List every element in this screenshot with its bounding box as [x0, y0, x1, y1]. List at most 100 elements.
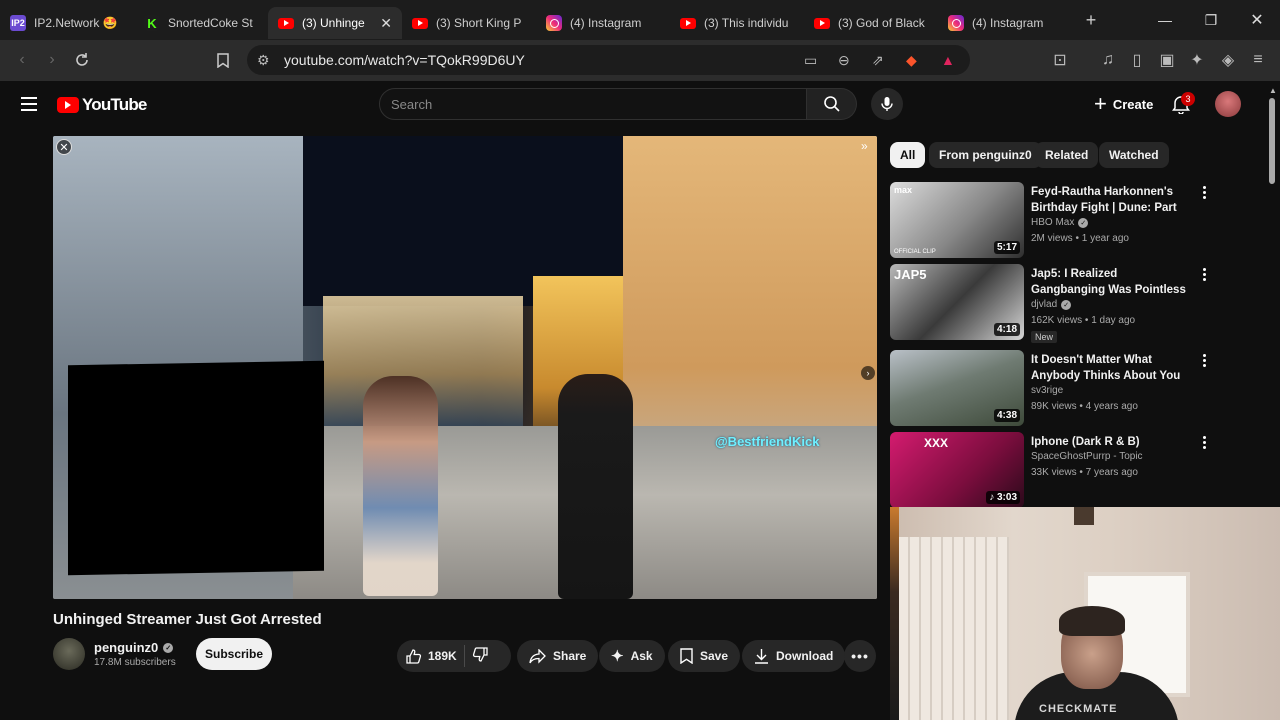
share-page-icon[interactable]: ⇗: [872, 52, 884, 69]
vpn-icon[interactable]: ◈: [1213, 45, 1243, 75]
zoom-icon[interactable]: ⊖: [838, 52, 850, 69]
forward-icon[interactable]: ›: [37, 45, 67, 75]
related-video-item[interactable]: JAP5 4:18 Jap5: I Realized Gangbanging W…: [890, 264, 1220, 343]
window-close-icon[interactable]: ✕: [1234, 0, 1280, 40]
account-avatar[interactable]: [1215, 91, 1241, 117]
youtube-icon: [278, 17, 294, 29]
next-arrow-icon[interactable]: ›: [861, 366, 875, 380]
leo-ai-icon[interactable]: ✦: [1182, 45, 1212, 75]
channel-name[interactable]: penguinz0 ✓: [94, 640, 174, 655]
search-input[interactable]: [380, 89, 806, 119]
video-player[interactable]: @BestfriendKick ✕ » ›: [53, 136, 877, 599]
close-overlay-icon[interactable]: ✕: [56, 139, 72, 155]
video-thumbnail[interactable]: JAP5 4:18: [890, 264, 1024, 340]
verified-icon: ✓: [1078, 217, 1089, 228]
ask-button[interactable]: ✦ Ask: [599, 640, 665, 672]
related-video-channel[interactable]: SpaceGhostPurrp - Topic: [1031, 451, 1143, 462]
related-video-channel[interactable]: sv3rige: [1031, 385, 1063, 396]
channel-avatar[interactable]: [53, 638, 85, 670]
related-video-item[interactable]: 4:38 It Doesn't Matter What Anybody Thin…: [890, 350, 1220, 428]
search-box[interactable]: [379, 88, 807, 120]
save-button[interactable]: Save: [668, 640, 741, 672]
brave-rewards-icon[interactable]: ▲: [941, 52, 955, 68]
new-badge: New: [1031, 331, 1058, 343]
music-note-icon: ♪: [989, 492, 995, 503]
tab-title: (3) Short King P: [436, 16, 522, 30]
related-video-title[interactable]: It Doesn't Matter What Anybody Thinks Ab…: [1031, 352, 1191, 384]
share-icon: [529, 648, 546, 664]
back-icon[interactable]: ‹: [7, 45, 37, 75]
media-icon[interactable]: ♫: [1093, 45, 1123, 75]
more-vertical-icon[interactable]: [1199, 268, 1209, 281]
tab-search-icon[interactable]: ⊡: [1045, 45, 1075, 75]
video-thumbnail[interactable]: max OFFICIAL CLIP 5:17: [890, 182, 1024, 258]
scroll-up-icon[interactable]: ▲: [1269, 86, 1277, 95]
youtube-header: YouTube + Create: [0, 81, 1280, 129]
new-tab-button[interactable]: +: [1076, 10, 1106, 31]
reload-icon[interactable]: [67, 45, 97, 75]
instagram-icon: [546, 15, 562, 31]
scrollbar-thumb[interactable]: [1269, 98, 1275, 184]
youtube-logo[interactable]: YouTube: [57, 95, 147, 115]
related-video-channel[interactable]: djvlad ✓: [1031, 299, 1072, 310]
video-title: Unhinged Streamer Just Got Arrested: [53, 611, 322, 628]
cast-icon[interactable]: ▭: [804, 52, 817, 69]
browser-tab[interactable]: K SnortedCoke St: [134, 7, 268, 39]
chip-watched[interactable]: Watched: [1099, 142, 1169, 168]
menu-icon[interactable]: ≡: [1243, 45, 1273, 75]
related-video-title[interactable]: Feyd-Rautha Harkonnen's Birthday Fight |…: [1031, 184, 1191, 216]
browser-tab[interactable]: (4) Instagram: [938, 7, 1072, 39]
voice-search-button[interactable]: [871, 88, 903, 120]
kick-icon: K: [144, 15, 160, 31]
address-bar[interactable]: ⚙ youtube.com/watch?v=TQokR99D6UY ▭ ⊖ ⇗ …: [247, 45, 970, 75]
more-vertical-icon[interactable]: [1199, 354, 1209, 367]
page-scrollbar[interactable]: [1268, 86, 1276, 191]
brave-shields-icon[interactable]: ◆: [906, 52, 917, 69]
minimize-icon[interactable]: —: [1142, 0, 1188, 40]
subscribe-button[interactable]: Subscribe: [196, 638, 272, 670]
browser-tab-active[interactable]: (3) Unhinge ✕: [268, 7, 402, 39]
wallet-icon[interactable]: ▣: [1152, 45, 1182, 75]
expand-icon[interactable]: »: [861, 139, 868, 153]
related-video-title[interactable]: Jap5: I Realized Gangbanging Was Pointle…: [1031, 266, 1191, 298]
instagram-icon: [948, 15, 964, 31]
browser-tab[interactable]: (3) Short King P: [402, 7, 536, 39]
sidebar-icon[interactable]: ▯: [1122, 45, 1152, 75]
create-button[interactable]: + Create: [1084, 88, 1163, 120]
bookmark-icon[interactable]: [208, 45, 238, 75]
chip-all[interactable]: All: [890, 142, 926, 168]
chip-related[interactable]: Related: [1035, 142, 1099, 168]
site-settings-icon[interactable]: ⚙: [257, 52, 270, 69]
browser-tab[interactable]: (3) This individu: [670, 7, 804, 39]
more-actions-button[interactable]: •••: [844, 640, 876, 672]
related-video-meta: 33K views • 7 years ago: [1031, 467, 1138, 478]
more-vertical-icon[interactable]: [1199, 186, 1209, 199]
browser-tab[interactable]: (3) God of Black: [804, 7, 938, 39]
webcam-overlay: CHECKMATE: [899, 507, 1280, 720]
chip-from-channel[interactable]: From penguinz0: [929, 142, 1042, 168]
video-thumbnail[interactable]: 4:38: [890, 350, 1024, 426]
maximize-icon[interactable]: ❐: [1188, 0, 1234, 40]
duration-badge: 4:38: [993, 409, 1020, 422]
related-video-channel[interactable]: HBO Max ✓: [1031, 217, 1089, 228]
url-text[interactable]: youtube.com/watch?v=TQokR99D6UY: [284, 52, 525, 68]
dislike-button[interactable]: [472, 646, 489, 666]
duration-badge: 5:17: [993, 241, 1020, 254]
related-video-item[interactable]: max OFFICIAL CLIP 5:17 Feyd-Rautha Harko…: [890, 182, 1220, 260]
verified-icon: ✓: [163, 642, 174, 653]
more-vertical-icon[interactable]: [1199, 436, 1209, 449]
share-button[interactable]: Share: [517, 640, 599, 672]
related-video-title[interactable]: Iphone (Dark R & B): [1031, 434, 1191, 450]
microphone-icon: [881, 97, 893, 111]
like-dislike-group: 189K: [397, 640, 511, 672]
video-thumbnail[interactable]: XXX ♪ 3:03: [890, 432, 1024, 508]
like-button[interactable]: 189K: [405, 648, 457, 665]
browser-tab[interactable]: IP2 IP2.Network 🤩: [0, 7, 134, 39]
browser-tab[interactable]: (4) Instagram: [536, 7, 670, 39]
guide-menu-icon[interactable]: [21, 97, 37, 111]
related-video-item[interactable]: XXX ♪ 3:03 Iphone (Dark R & B) SpaceGhos…: [890, 432, 1220, 510]
download-button[interactable]: Download: [742, 640, 846, 672]
search-button[interactable]: [807, 88, 857, 120]
save-icon: [680, 648, 693, 664]
close-tab-icon[interactable]: ✕: [380, 15, 392, 32]
